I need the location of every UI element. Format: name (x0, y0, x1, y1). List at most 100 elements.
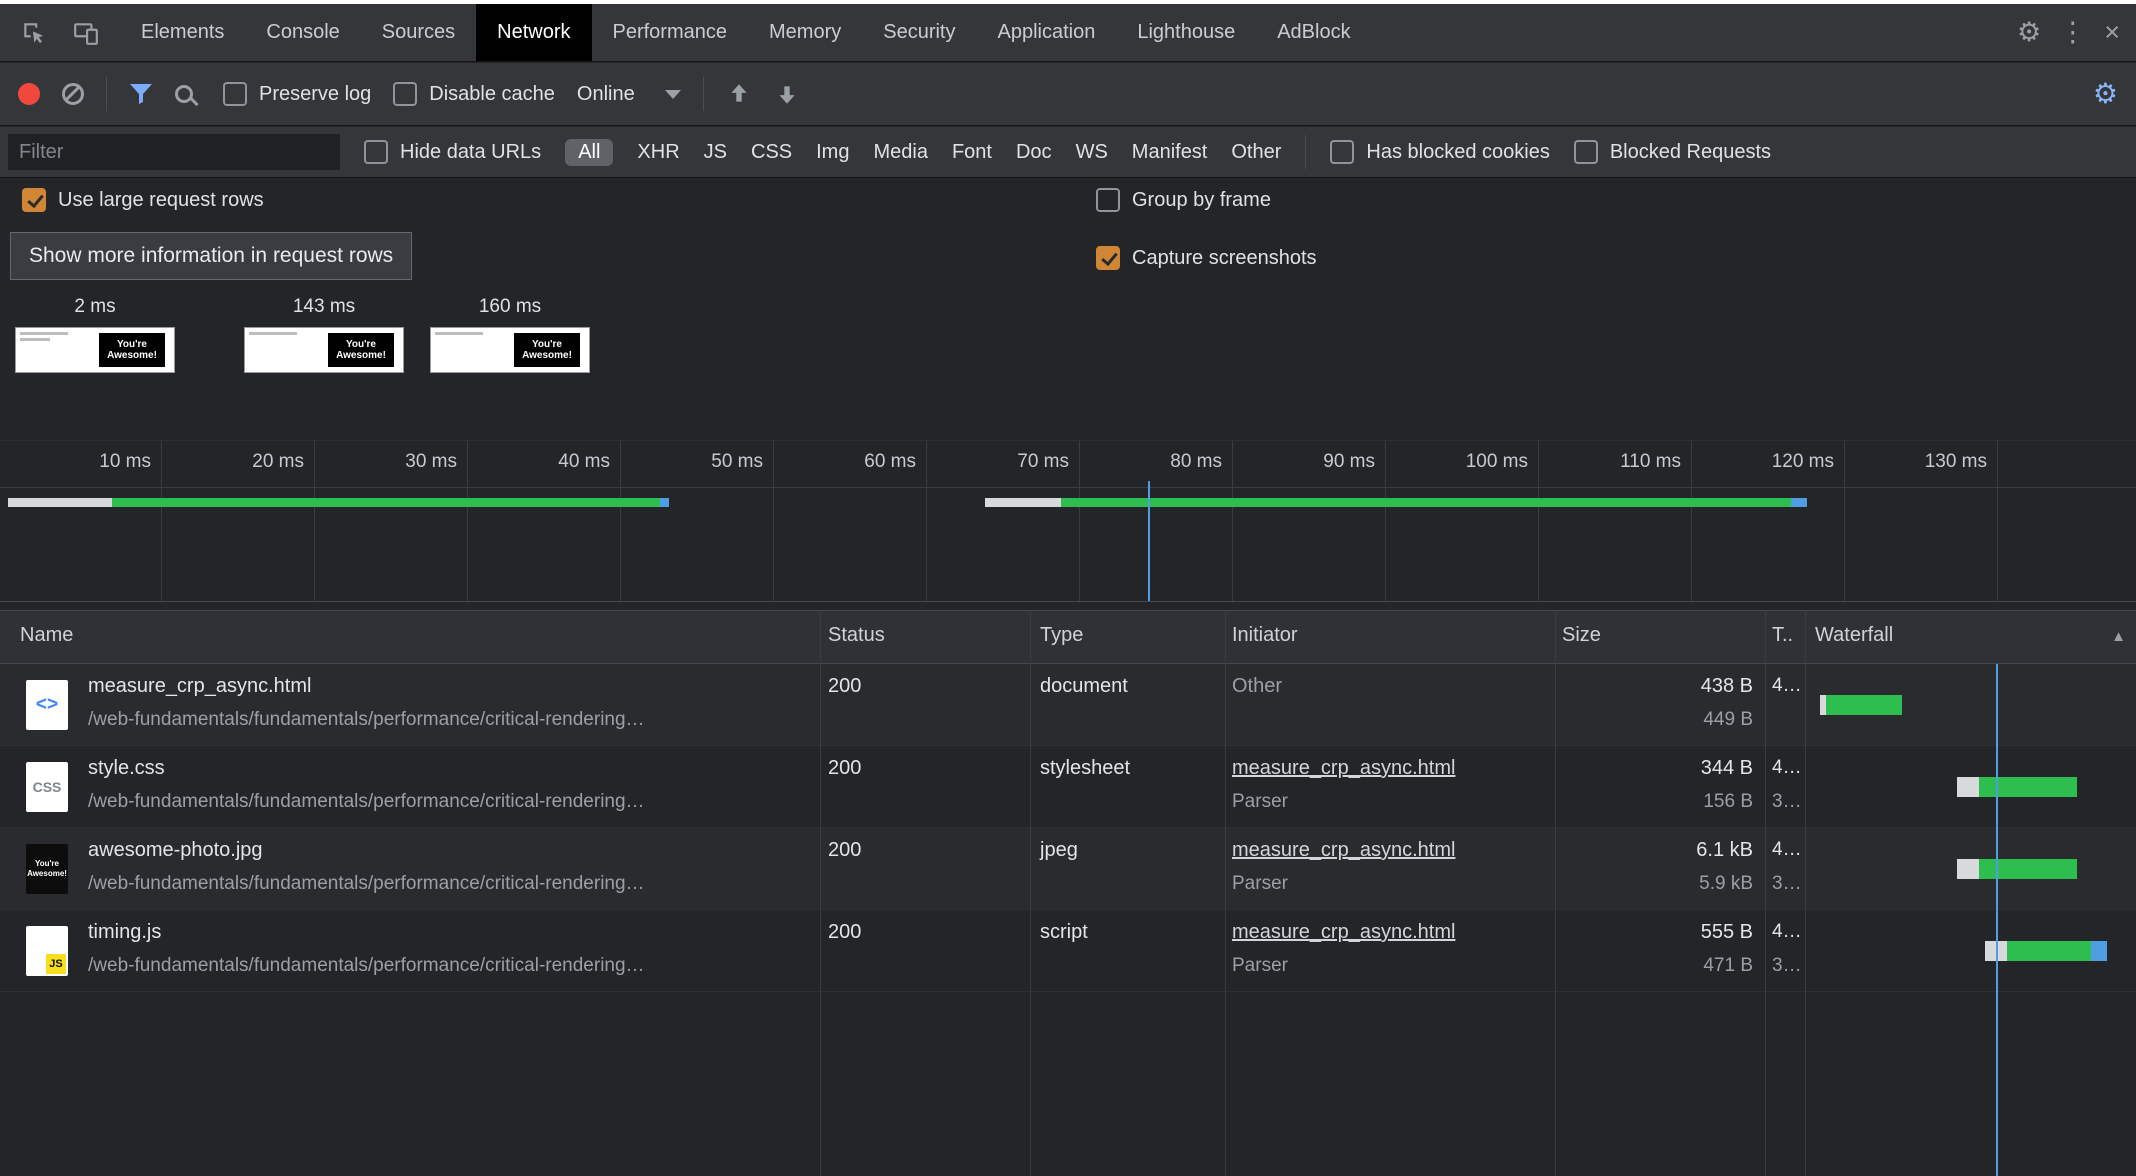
overview-tick-label: 90 ms (1235, 451, 1375, 473)
filter-type-other[interactable]: Other (1231, 141, 1281, 164)
checkbox-box (364, 140, 388, 164)
column-separator[interactable] (1555, 610, 1556, 1176)
overview-tick-label: 80 ms (1082, 451, 1222, 473)
search-icon[interactable] (175, 85, 193, 103)
filter-type-font[interactable]: Font (952, 141, 992, 164)
network-settings-gear-icon[interactable]: ⚙ (2093, 80, 2118, 108)
request-initiator-detail: Parser (1232, 873, 1288, 895)
checkbox-label: Group by frame (1132, 189, 1271, 212)
frame-timestamp: 160 ms (430, 296, 590, 318)
filter-type-doc[interactable]: Doc (1016, 141, 1052, 164)
filter-type-css[interactable]: CSS (751, 141, 792, 164)
column-header-time[interactable]: T.. (1772, 624, 1802, 647)
frame-screenshot: You're Awesome! (244, 327, 404, 373)
tab-memory[interactable]: Memory (748, 4, 862, 61)
tab-lighthouse[interactable]: Lighthouse (1116, 4, 1256, 61)
tab-network[interactable]: Network (476, 4, 591, 61)
request-status: 200 (828, 757, 861, 780)
table-row[interactable]: <> measure_crp_async.html /web-fundament… (0, 664, 2136, 746)
import-har-icon[interactable] (726, 81, 752, 107)
table-row[interactable]: JS timing.js /web-fundamentals/fundament… (0, 910, 2136, 992)
waterfall-cell (1805, 910, 2136, 991)
filter-funnel-icon[interactable] (129, 83, 153, 105)
request-latency: 3… (1772, 873, 1804, 895)
column-header-status[interactable]: Status (828, 624, 885, 647)
filter-type-js[interactable]: JS (704, 141, 727, 164)
capture-screenshots-checkbox[interactable]: Capture screenshots (1096, 246, 1317, 270)
use-large-request-rows-checkbox[interactable]: Use large request rows (22, 188, 264, 212)
tab-application[interactable]: Application (976, 4, 1116, 61)
frame-timestamp: 143 ms (244, 296, 404, 318)
checkbox-label: Use large request rows (58, 189, 264, 212)
more-options-icon[interactable]: ⋮ (2059, 19, 2086, 46)
html-document-icon: <> (26, 680, 68, 730)
clear-network-log-icon[interactable] (62, 83, 84, 105)
tab-elements[interactable]: Elements (120, 4, 245, 61)
record-network-log-icon[interactable] (18, 83, 40, 105)
table-row[interactable]: You're Awesome! awesome-photo.jpg /web-f… (0, 828, 2136, 910)
tab-security[interactable]: Security (862, 4, 976, 61)
device-toolbar-icon[interactable] (64, 11, 108, 55)
request-initiator-link[interactable]: measure_crp_async.html (1232, 757, 1455, 780)
tab-adblock[interactable]: AdBlock (1256, 4, 1371, 61)
frame-screenshot: You're Awesome! (430, 327, 590, 373)
export-har-icon[interactable] (774, 81, 800, 107)
filter-type-all[interactable]: All (565, 139, 613, 166)
settings-gear-icon[interactable]: ⚙ (2017, 19, 2041, 46)
inspect-element-icon[interactable] (12, 11, 56, 55)
request-time: 4… (1772, 757, 1804, 779)
request-latency: 3… (1772, 955, 1804, 977)
tab-console[interactable]: Console (245, 4, 360, 61)
tab-sources[interactable]: Sources (361, 4, 476, 61)
table-row[interactable]: CSS style.css /web-fundamentals/fundamen… (0, 746, 2136, 828)
column-separator[interactable] (820, 610, 821, 1176)
overview-gridline (773, 441, 774, 601)
request-initiator-link[interactable]: measure_crp_async.html (1232, 839, 1455, 862)
filter-type-manifest[interactable]: Manifest (1132, 141, 1208, 164)
tab-label: AdBlock (1277, 21, 1350, 44)
disable-cache-checkbox[interactable]: Disable cache (393, 82, 555, 106)
filter-input[interactable] (8, 134, 340, 170)
column-header-initiator[interactable]: Initiator (1232, 624, 1298, 647)
column-separator[interactable] (1765, 610, 1766, 1176)
preserve-log-checkbox[interactable]: Preserve log (223, 82, 371, 106)
column-header-size[interactable]: Size (1562, 624, 1601, 647)
column-header-type[interactable]: Type (1040, 624, 1083, 647)
hide-data-urls-checkbox[interactable]: Hide data URLs (364, 140, 541, 164)
close-devtools-icon[interactable]: × (2104, 19, 2120, 46)
overview-activity-segment (1791, 498, 1807, 507)
throttling-dropdown[interactable]: Online (577, 83, 681, 106)
filter-type-img[interactable]: Img (816, 141, 849, 164)
filter-type-ws[interactable]: WS (1076, 141, 1108, 164)
script-icon: JS (26, 926, 68, 976)
request-initiator-link[interactable]: measure_crp_async.html (1232, 921, 1455, 944)
column-header-waterfall[interactable]: Waterfall (1815, 624, 1893, 647)
has-blocked-cookies-checkbox[interactable]: Has blocked cookies (1330, 140, 1549, 164)
filmstrip-frame[interactable]: 160 ms You're Awesome! (430, 296, 590, 373)
column-separator[interactable] (1030, 610, 1031, 1176)
checkbox-label: Hide data URLs (400, 141, 541, 164)
request-time: 4… (1772, 675, 1804, 697)
filmstrip-frame[interactable]: 143 ms You're Awesome! (244, 296, 404, 373)
request-path: /web-fundamentals/fundamentals/performan… (88, 955, 645, 977)
tab-performance[interactable]: Performance (592, 4, 749, 61)
group-by-frame-checkbox[interactable]: Group by frame (1096, 188, 1271, 212)
stylesheet-icon: CSS (26, 762, 68, 812)
overview-gridline (1232, 441, 1233, 601)
checkbox-box (1096, 246, 1120, 270)
network-overview-timeline[interactable]: 10 ms20 ms30 ms40 ms50 ms60 ms70 ms80 ms… (0, 440, 2136, 602)
filter-type-media[interactable]: Media (873, 141, 927, 164)
request-path: /web-fundamentals/fundamentals/performan… (88, 709, 645, 731)
column-separator[interactable] (1805, 610, 1806, 1176)
blocked-requests-checkbox[interactable]: Blocked Requests (1574, 140, 1771, 164)
overview-gridline (161, 441, 162, 601)
request-size-transferred: 344 B (1545, 757, 1753, 780)
column-separator[interactable] (1225, 610, 1226, 1176)
column-header-name[interactable]: Name (20, 624, 73, 647)
checkbox-box (393, 82, 417, 106)
request-status: 200 (828, 921, 861, 944)
checkbox-box (22, 188, 46, 212)
filmstrip-frame[interactable]: 2 ms You're Awesome! (15, 296, 175, 373)
filter-type-xhr[interactable]: XHR (637, 141, 679, 164)
tabbar-left-icons (0, 4, 120, 61)
